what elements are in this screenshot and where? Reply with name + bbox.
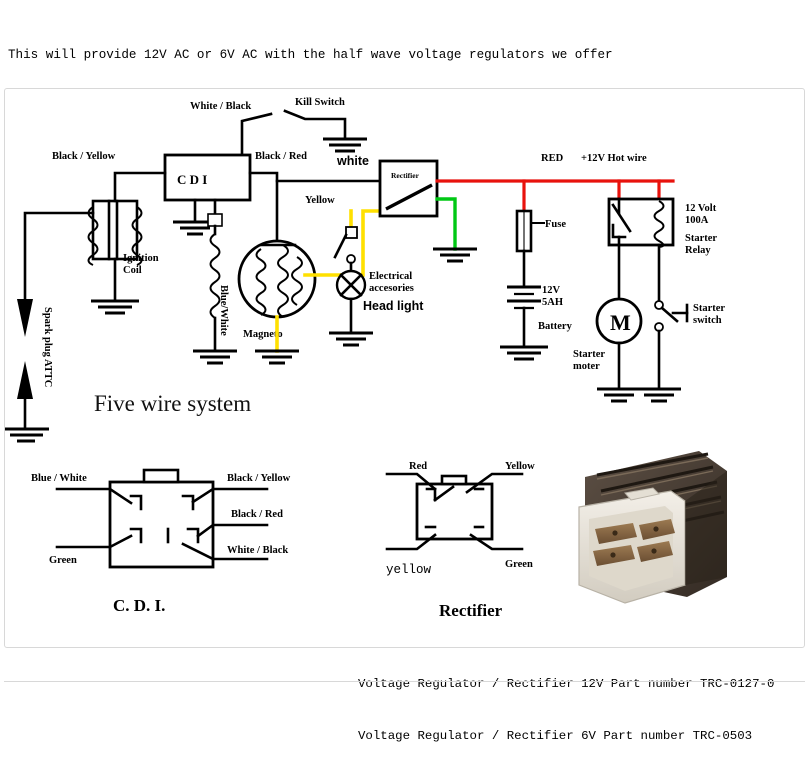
label-black-red: Black / Red [255,151,307,162]
cdi-detail-pin-mid-right: Black / Red [231,509,283,520]
rectifier-detail-pin-bottom-left: yellow [386,563,432,577]
battery-voltage-label: 12V [542,285,561,296]
wire-black-yellow [113,171,167,203]
starter-switch-label-1: Starter [693,303,725,314]
battery-label: Battery [538,321,573,332]
label-spark-plug: Spark plug ATTC [42,307,53,387]
header-line-1: This will provide 12V AC or 6V AC with t… [8,48,613,62]
cdi-detail-caption: C. D. I. [113,596,165,615]
headlight-switch [333,226,358,264]
spark-plug-arrow-up [17,361,33,399]
blue-white-connector [207,213,223,227]
rectifier-detail-pin-top-left: Red [409,461,427,472]
starter-motor-ground [597,387,641,403]
label-white: white [336,154,369,168]
label-head-light: Head light [363,299,424,313]
starter-motor: M [595,297,643,391]
starter-switch [654,300,689,391]
starter-motor-label-1: Starter [573,349,605,360]
cdi-detail-pin-bottom-right: White / Black [227,545,288,556]
wire-black-red [248,171,279,241]
cdi-box-label: C D I [177,172,207,187]
starter-motor-symbol: M [610,310,631,335]
rectifier-detail-pin-bottom-right: Green [505,559,533,570]
rectifier-detail-diagram [385,472,524,551]
ignition-coil-ground [91,299,139,315]
wiring-diagram-panel: .w{stroke:#000;stroke-width:2.6;fill:non… [4,88,805,648]
label-blue-white: Blue/White [218,285,229,336]
footer-line-1: Voltage Regulator / Rectifier 12V Part n… [358,676,775,691]
headlight-lamp [335,261,367,335]
label-yellow: Yellow [305,195,335,206]
battery-capacity-label: 5AH [542,297,563,308]
battery-ground [500,345,548,361]
ignition-coil-label-2: Coil [123,265,142,276]
rectifier-ground [433,247,477,263]
voltage-regulator-photo [578,451,727,604]
label-red: RED [541,153,564,164]
relay-label-4: Relay [685,245,711,256]
pickup-ground [193,349,237,365]
fuse-label: Fuse [545,219,566,230]
label-hot-wire: +12V Hot wire [581,153,647,164]
rectifier-detail-pin-top-right: Yellow [505,461,535,472]
relay-label-2: 100A [685,215,709,226]
cdi-detail-pin-bottom-left: Green [49,555,77,566]
starter-switch-label-2: switch [693,315,722,326]
spark-plug-ground [5,427,49,443]
label-electrical-1: Electrical [369,271,412,282]
label-white-black: White / Black [190,101,251,112]
footer-line-2: Voltage Regulator / Rectifier 6V Part nu… [358,729,753,744]
diagram-title: Five wire system [94,391,251,416]
headlight-ground [329,331,373,347]
wire-green-ground [435,197,457,251]
relay-label-1: 12 Volt [685,203,717,214]
starter-switch-ground [637,387,681,403]
starter-motor-label-2: moter [573,361,600,372]
spark-plug-arrow-down [17,299,33,337]
relay-label-3: Starter [685,233,717,244]
ignition-coil-label-1: Ignition [123,253,159,264]
label-kill-switch: Kill Switch [295,97,345,108]
label-black-yellow: Black / Yellow [52,151,116,162]
battery-symbol [507,285,541,310]
magneto [237,239,317,319]
wire-spark-plug-hv [23,211,95,301]
rectifier-box-label: Rectifier [391,171,420,180]
rectifier-detail-caption: Rectifier [439,601,503,620]
label-electrical-2: accesories [369,283,414,294]
footer-part-numbers: Voltage Regulator / Rectifier 12V Part n… [358,641,774,763]
cdi-detail-pin-top-left: Blue / White [31,473,87,484]
footer-divider [4,681,805,682]
cdi-detail-pin-top-right: Black / Yellow [227,473,291,484]
